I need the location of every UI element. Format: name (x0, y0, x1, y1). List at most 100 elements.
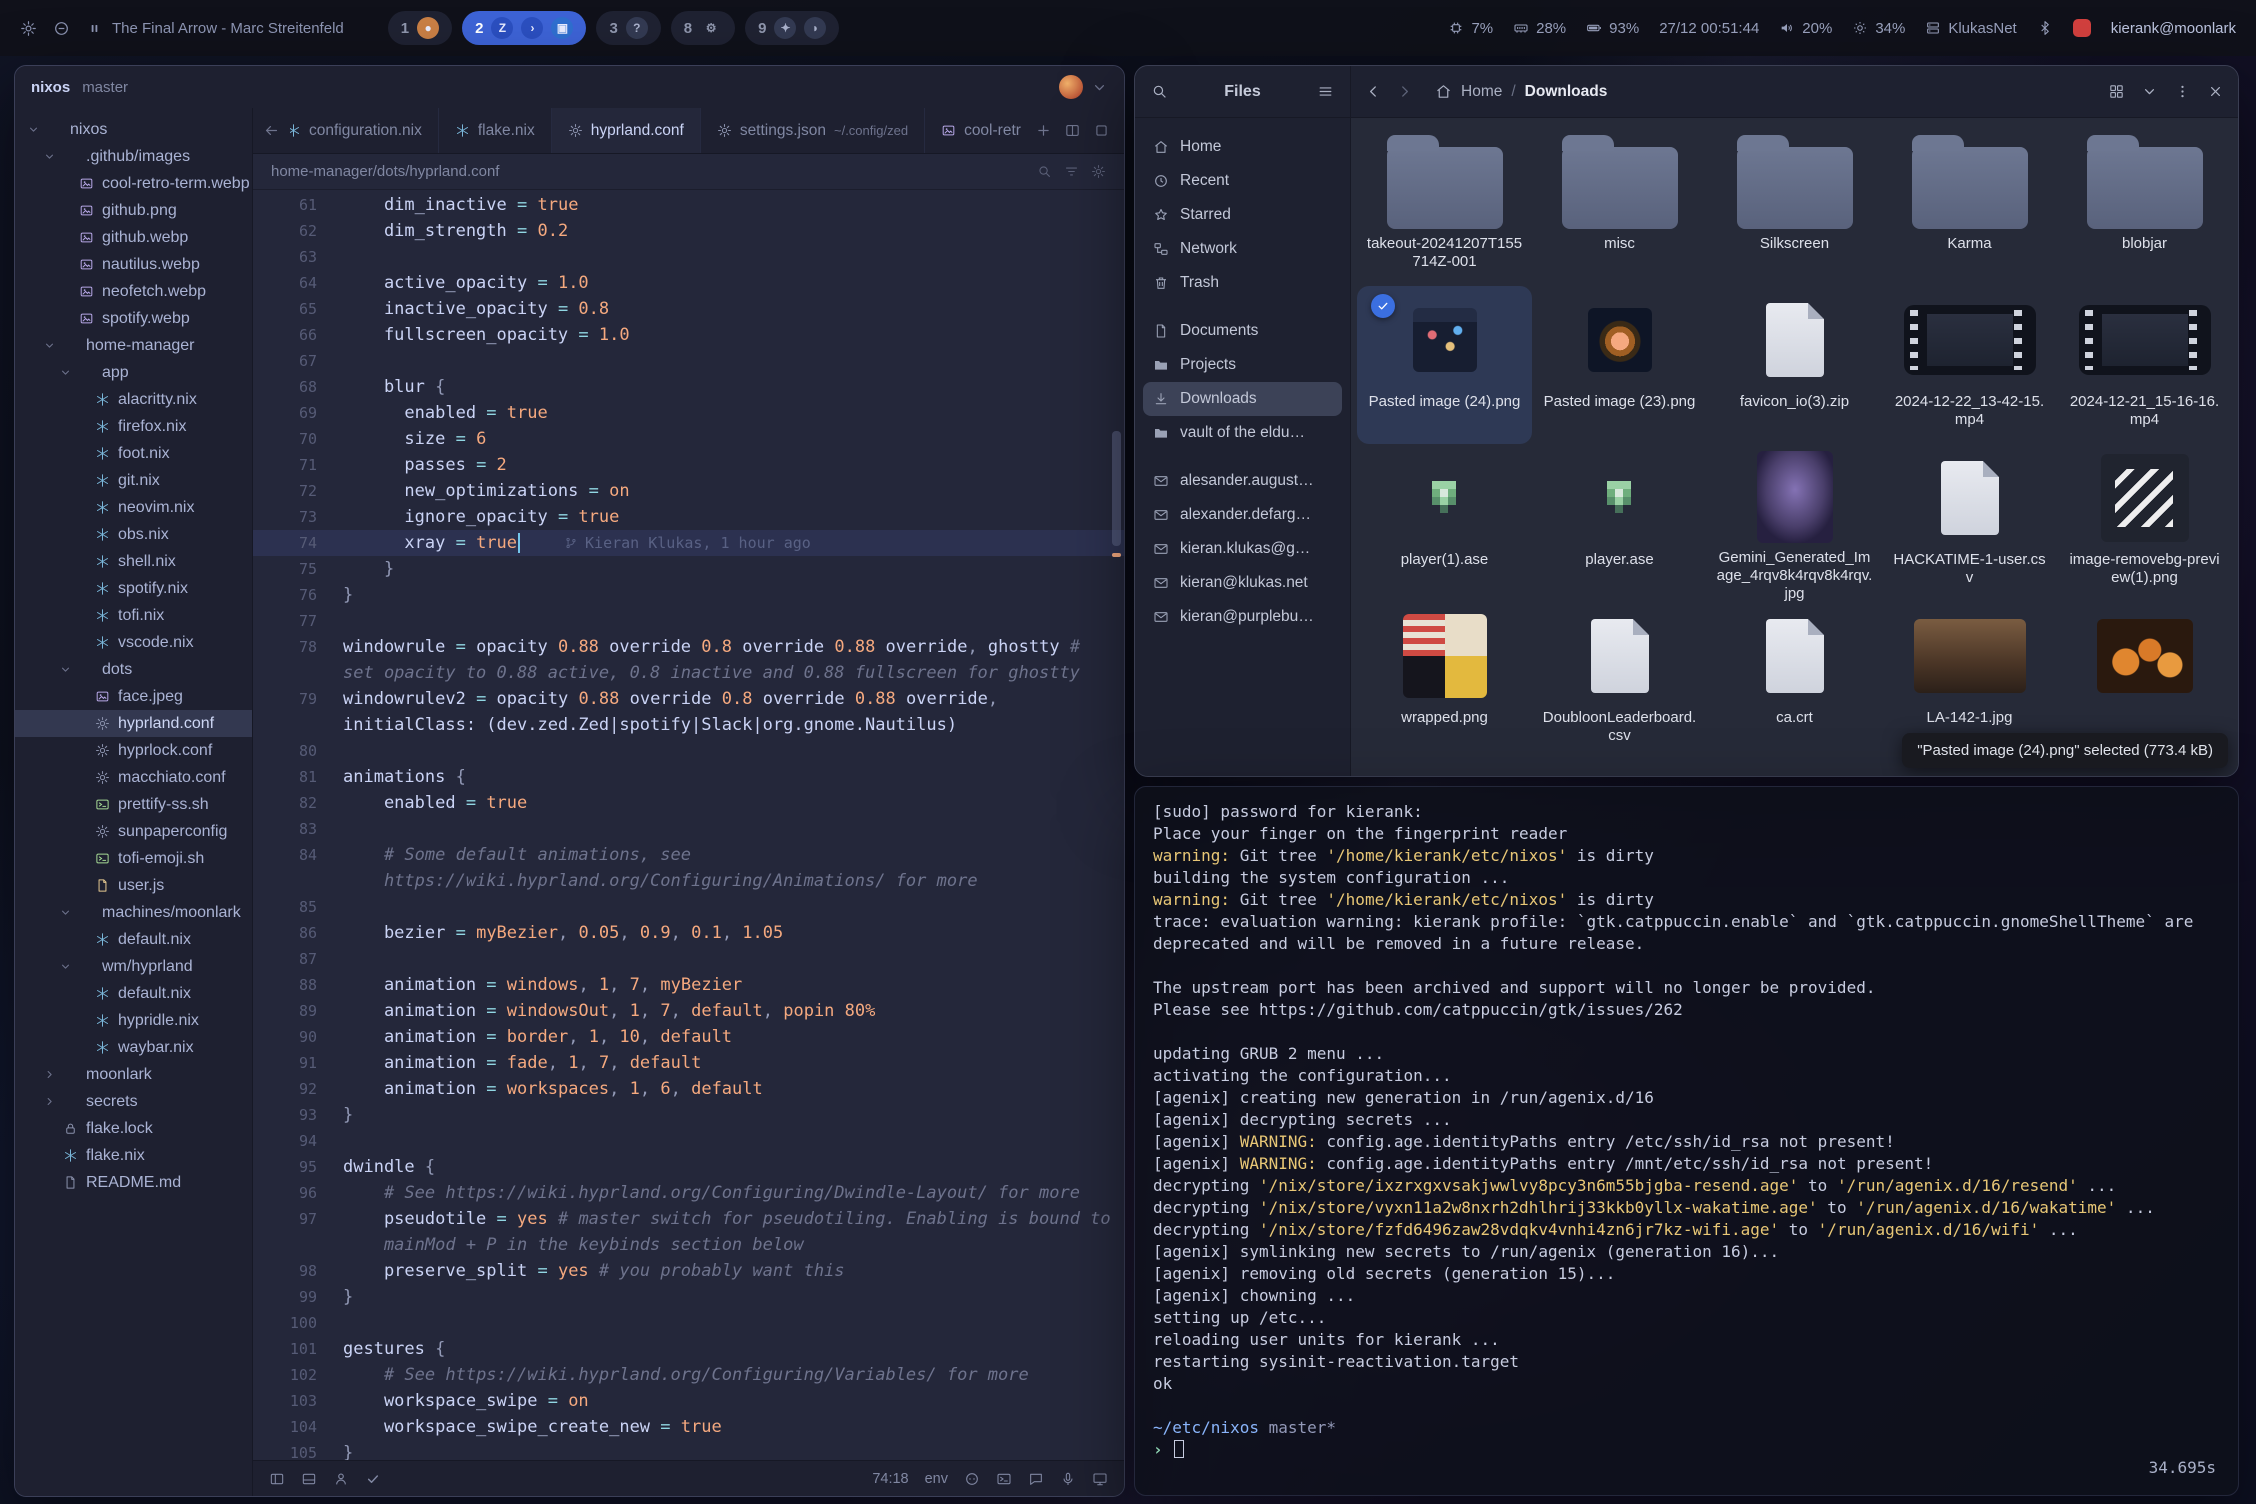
code-line[interactable]: 70 size = 6 (253, 426, 1124, 452)
file-tree-item[interactable]: spotify.webp (15, 305, 252, 332)
view-options-chevron-icon[interactable] (2141, 83, 2158, 100)
code-line[interactable]: 91 animation = fade, 1, 7, default (253, 1050, 1124, 1076)
volume-module[interactable]: 20% (1779, 20, 1832, 37)
file-tree-item[interactable]: macchiato.conf (15, 764, 252, 791)
clock-module[interactable]: 27/12 00:51:44 (1659, 20, 1759, 37)
collab-panel-icon[interactable] (333, 1471, 349, 1487)
diagnostics-check-icon[interactable] (365, 1471, 381, 1487)
code-line[interactable]: 61 dim_inactive = true (253, 192, 1124, 218)
cursor-position[interactable]: 74:18 (872, 1471, 908, 1487)
view-grid-icon[interactable] (2108, 83, 2125, 100)
filter-icon[interactable] (1064, 164, 1079, 179)
code-line[interactable]: 97 pseudotile = yes # master switch for … (253, 1206, 1124, 1232)
media-player-module[interactable]: The Final Arrow - Marc Streitenfeld (86, 20, 344, 37)
code-line[interactable]: 63 (253, 244, 1124, 270)
code-line[interactable]: 72 new_optimizations = on (253, 478, 1124, 504)
file-tree-item[interactable]: firefox.nix (15, 413, 252, 440)
code-line[interactable]: 74 xray = trueKieran Klukas, 1 hour ago (253, 530, 1124, 556)
file-tree-item[interactable]: default.nix (15, 926, 252, 953)
sidebar-item[interactable]: Starred (1143, 198, 1342, 232)
file-tree-item[interactable]: neofetch.webp (15, 278, 252, 305)
chevron-down-icon[interactable] (1091, 79, 1108, 96)
code-line[interactable]: 100 (253, 1310, 1124, 1336)
editor-scrollbar[interactable] (1112, 431, 1121, 545)
file-tree-item[interactable]: dots (15, 656, 252, 683)
file-tree-item[interactable]: git.nix (15, 467, 252, 494)
git-branch-label[interactable]: master (82, 79, 128, 96)
workspace-pill[interactable]: 1 ● (388, 11, 452, 45)
project-name[interactable]: nixos (31, 79, 70, 96)
code-line[interactable]: 96 # See https://wiki.hyprland.org/Confi… (253, 1180, 1124, 1206)
file-item[interactable]: takeout-20241207T155714Z-001 (1357, 128, 1532, 286)
code-line[interactable]: 71 passes = 2 (253, 452, 1124, 478)
hamburger-menu-icon[interactable] (1317, 83, 1334, 100)
new-tab-plus-icon[interactable] (1035, 122, 1052, 139)
file-tree-item[interactable]: alacritty.nix (15, 386, 252, 413)
brightness-module[interactable]: 34% (1852, 20, 1905, 37)
sidebar-item[interactable]: Downloads (1143, 382, 1342, 416)
code-line[interactable]: 86 bezier = myBezier, 0.05, 0.9, 0.1, 1.… (253, 920, 1124, 946)
workspace-pill[interactable]: 3 ? (596, 11, 660, 45)
code-line[interactable]: 73 ignore_opacity = true (253, 504, 1124, 530)
file-tree-item[interactable]: face.jpeg (15, 683, 252, 710)
file-tree-item[interactable]: flake.lock (15, 1115, 252, 1142)
file-item[interactable]: image-removebg-preview(1).png (2057, 444, 2232, 602)
editor-tab[interactable]: configuration.nix (290, 108, 439, 153)
file-tree-item[interactable]: machines/moonlark (15, 899, 252, 926)
file-item[interactable]: Silkscreen (1707, 128, 1882, 286)
file-tree-item[interactable]: cool-retro-term.webp (15, 170, 252, 197)
sidebar-item[interactable]: Trash (1143, 266, 1342, 300)
file-item[interactable]: HACKATIME-1-user.csv (1882, 444, 2057, 602)
file-item[interactable]: Karma (1882, 128, 2057, 286)
code-line[interactable]: 92 animation = workspaces, 1, 6, default (253, 1076, 1124, 1102)
search-icon[interactable] (1151, 83, 1168, 100)
breadcrumb-home[interactable]: Home (1461, 83, 1502, 101)
file-tree-item[interactable]: default.nix (15, 980, 252, 1007)
file-tree-item[interactable]: waybar.nix (15, 1034, 252, 1061)
editor-settings-icon[interactable] (1091, 164, 1106, 179)
editor-tab[interactable]: flake.nix (439, 108, 552, 153)
file-tree-item[interactable]: secrets (15, 1088, 252, 1115)
close-window-icon[interactable] (2207, 83, 2224, 100)
file-tree-item[interactable]: tofi.nix (15, 602, 252, 629)
file-tree-item[interactable]: flake.nix (15, 1142, 252, 1169)
file-item[interactable]: Pasted image (24).png (1357, 286, 1532, 444)
file-tree-item[interactable]: vscode.nix (15, 629, 252, 656)
code-line[interactable]: 94 (253, 1128, 1124, 1154)
file-tree-item[interactable]: sunpaperconfig (15, 818, 252, 845)
file-item[interactable]: ca.crt (1707, 602, 1882, 760)
file-tree-item[interactable]: tofi-emoji.sh (15, 845, 252, 872)
sidebar-item[interactable]: Documents (1143, 314, 1342, 348)
toggle-bottom-dock-icon[interactable] (301, 1471, 317, 1487)
editor-tab[interactable]: settings.json ~/.config/zed (701, 108, 925, 153)
code-line[interactable]: 103 workspace_swipe = on (253, 1388, 1124, 1414)
file-tree-item[interactable]: app (15, 359, 252, 386)
file-tree-item[interactable]: foot.nix (15, 440, 252, 467)
battery-module[interactable]: 93% (1586, 20, 1639, 37)
sidebar-item[interactable]: alexander.defarg… (1143, 498, 1342, 532)
file-tree-item[interactable]: wm/hyprland (15, 953, 252, 980)
editor-tab[interactable]: hyprland.conf (552, 108, 701, 153)
file-item[interactable]: blobjar (2057, 128, 2232, 286)
code-line[interactable]: 102 # See https://wiki.hyprland.org/Conf… (253, 1362, 1124, 1388)
file-tree-item[interactable]: obs.nix (15, 521, 252, 548)
code-line[interactable]: 62 dim_strength = 0.2 (253, 218, 1124, 244)
code-line[interactable]: 78 windowrule = opacity 0.88 override 0.… (253, 634, 1124, 660)
code-line[interactable]: 105 } (253, 1440, 1124, 1460)
file-tree-item[interactable]: github.webp (15, 224, 252, 251)
forward-button[interactable] (1396, 83, 1413, 100)
code-line[interactable]: 84 # Some default animations, see (253, 842, 1124, 868)
editor-tab[interactable]: cool-retro-term.png (925, 108, 1021, 153)
workspace-pill[interactable]: 2 Z›▣ (462, 11, 586, 45)
sidebar-item[interactable]: Projects (1143, 348, 1342, 382)
code-line[interactable]: 76 } (253, 582, 1124, 608)
file-item[interactable]: 2024-12-22_13-42-15.mp4 (1882, 286, 2057, 444)
code-line[interactable]: 79 windowrulev2 = opacity 0.88 override … (253, 686, 1124, 712)
code-editor[interactable]: 61 dim_inactive = true 62 dim_strength =… (253, 190, 1124, 1460)
code-line[interactable]: 101 gestures { (253, 1336, 1124, 1362)
file-tree-item[interactable]: neovim.nix (15, 494, 252, 521)
code-line[interactable]: 75 } (253, 556, 1124, 582)
file-tree-item[interactable]: hyprland.conf (15, 710, 252, 737)
kebab-menu-icon[interactable] (2174, 83, 2191, 100)
file-tree-item[interactable]: nixos (15, 116, 252, 143)
